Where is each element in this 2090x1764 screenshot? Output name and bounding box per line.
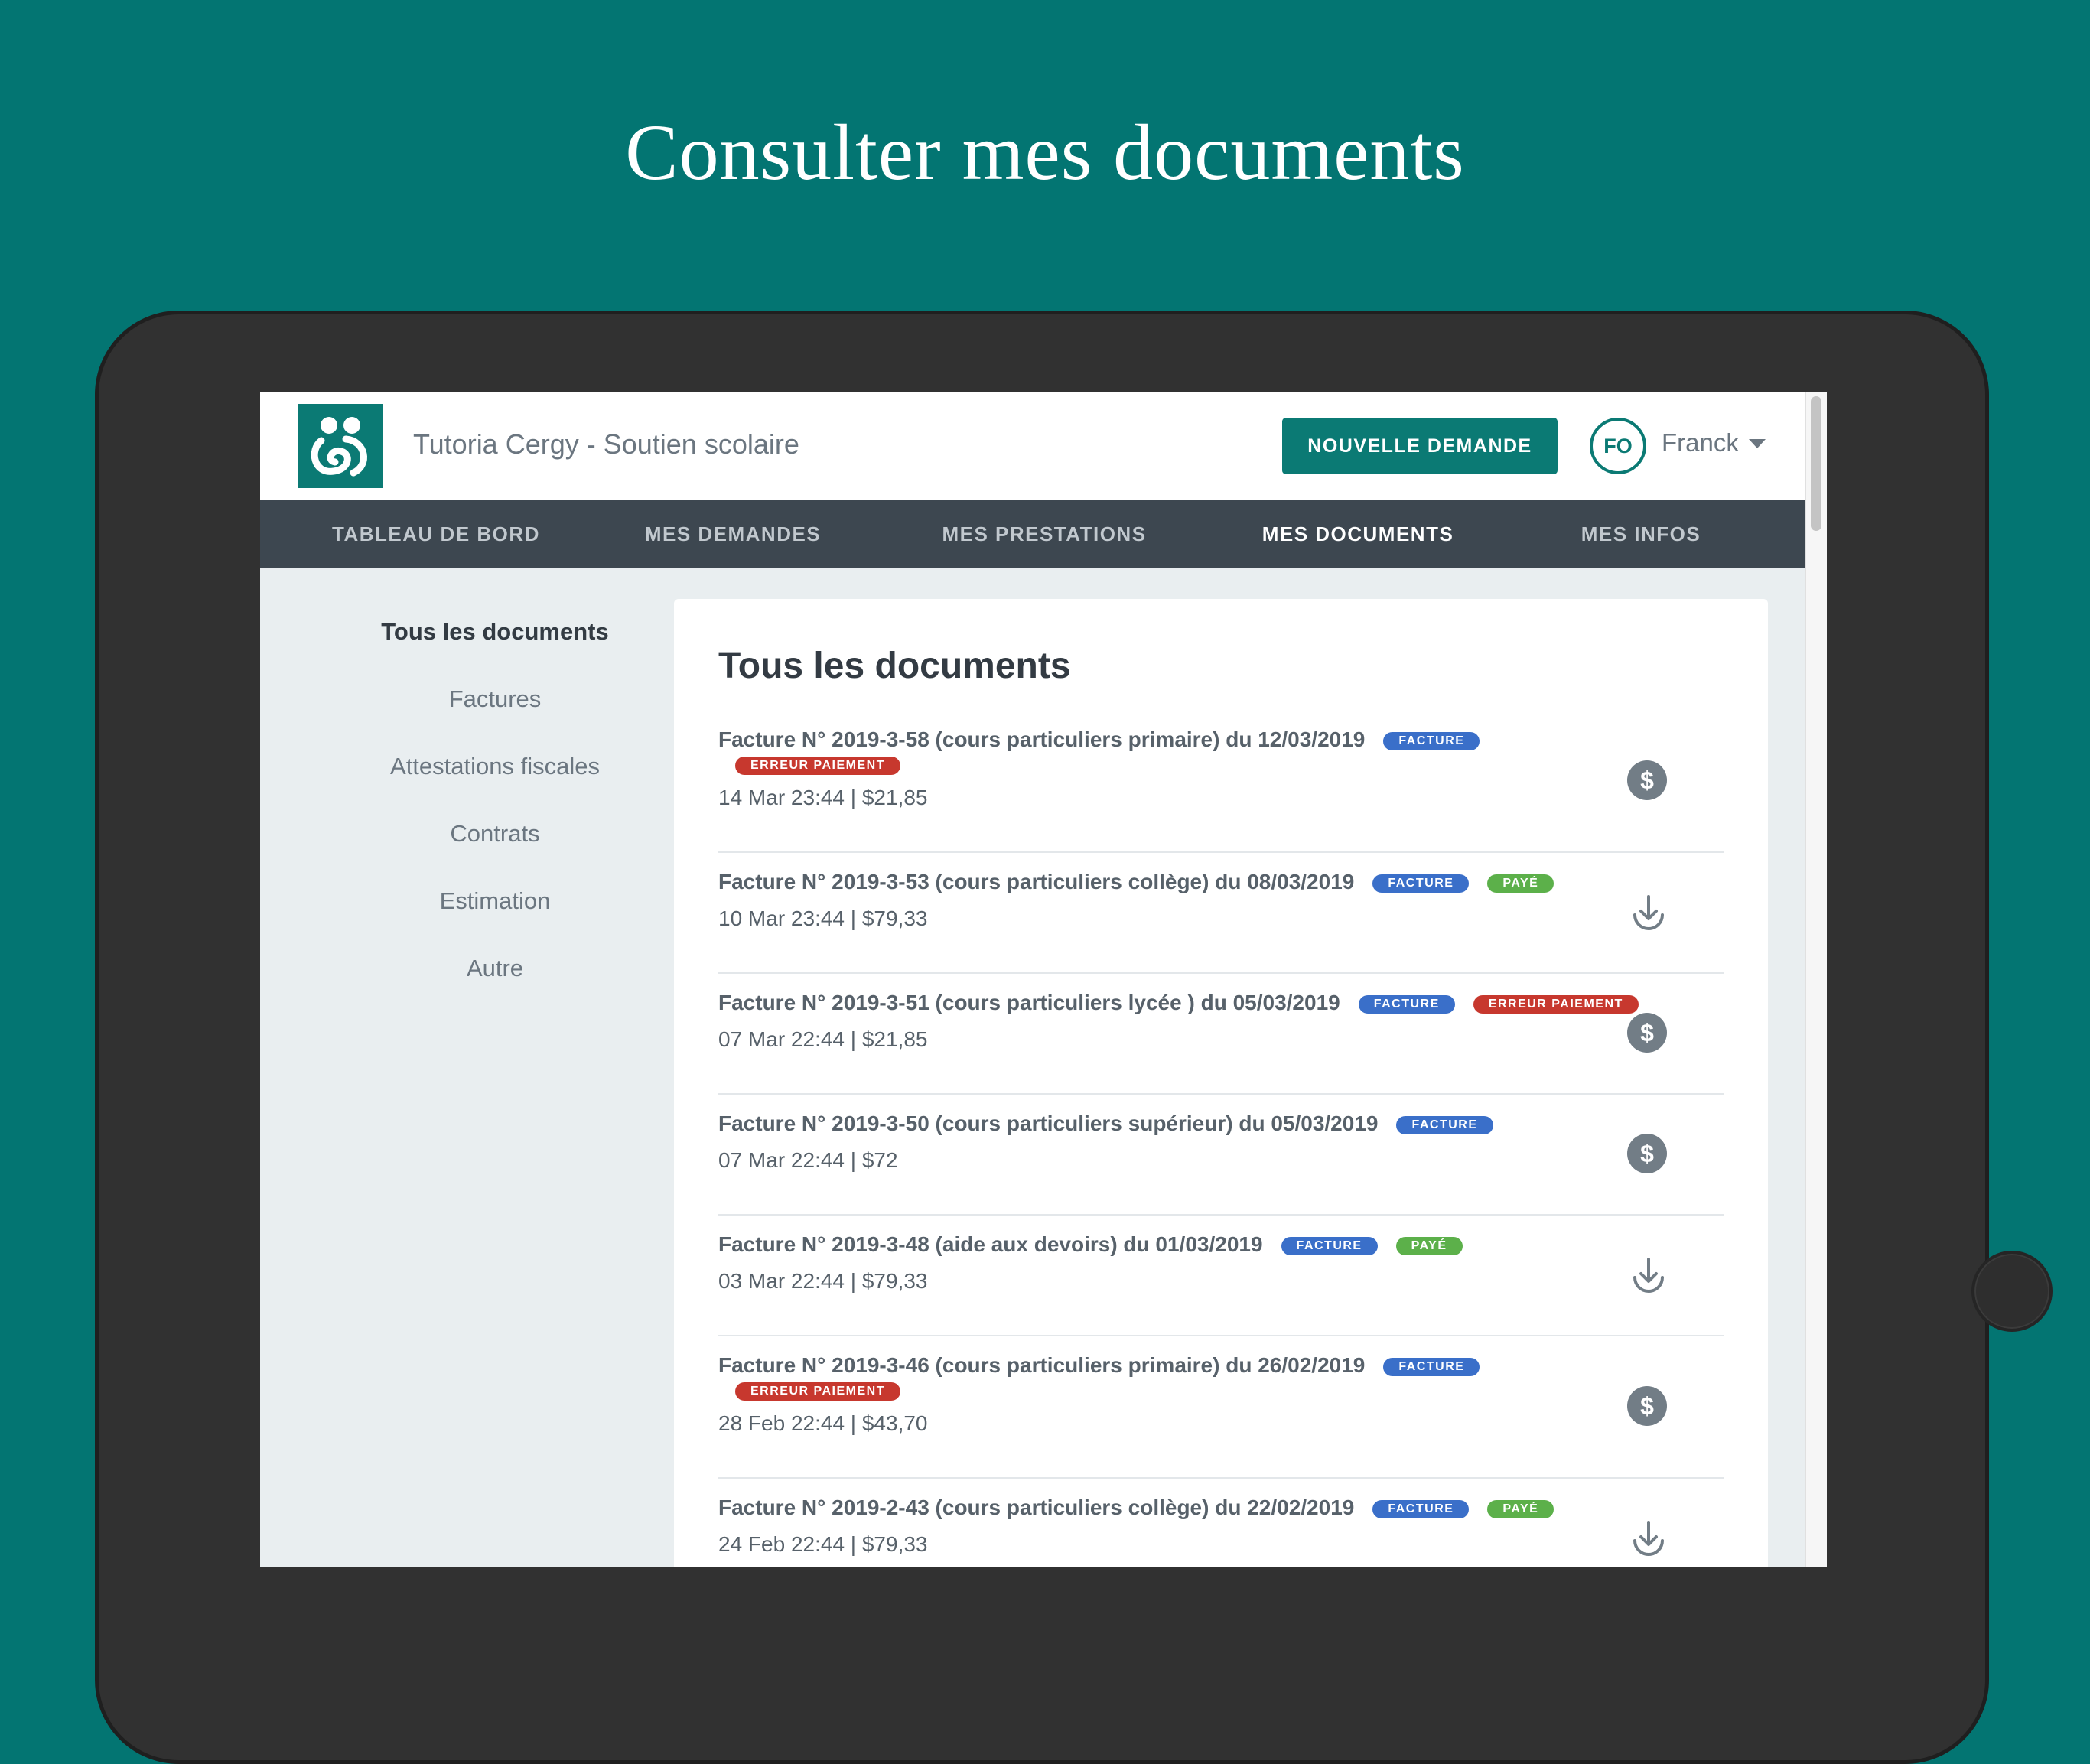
status-badge: PAYÉ (1487, 874, 1554, 893)
document-title-text: Facture N° 2019-3-50 (cours particuliers… (718, 1111, 1379, 1135)
pay-button[interactable]: $ (1627, 1134, 1670, 1177)
document-meta: 07 Mar 22:44 | $72 (718, 1148, 898, 1172)
tab-mes-prestations[interactable]: MES PRESTATIONS (918, 500, 1170, 568)
download-icon (1633, 1258, 1664, 1293)
dollar-icon: $ (1627, 1386, 1667, 1426)
document-title-text: Facture N° 2019-3-46 (cours particuliers… (718, 1353, 1366, 1377)
status-badge: PAYÉ (1395, 1236, 1463, 1255)
sidebar-item-attestations[interactable]: Attestations fiscales (337, 753, 653, 780)
download-button[interactable] (1627, 1255, 1670, 1297)
document-row[interactable]: Facture N° 2019-3-48 (aide aux devoirs) … (718, 1216, 1724, 1336)
section-title: Tous les documents (718, 646, 1071, 686)
status-badge: ERREUR PAIEMENT (735, 757, 900, 775)
status-badge: FACTURE (1396, 1115, 1493, 1134)
sidebar-item-autre[interactable]: Autre (337, 955, 653, 982)
status-badge: ERREUR PAIEMENT (735, 1382, 900, 1401)
document-title[interactable]: Facture N° 2019-3-50 (cours particuliers… (718, 1111, 1493, 1136)
document-meta: 10 Mar 23:44 | $79,33 (718, 906, 928, 930)
sidebar-item-contrats[interactable]: Contrats (337, 820, 653, 848)
document-title-text: Facture N° 2019-2-43 (cours particuliers… (718, 1495, 1355, 1519)
user-name[interactable]: Franck (1662, 428, 1739, 457)
document-title-text: Facture N° 2019-3-53 (cours particuliers… (718, 870, 1355, 893)
document-title-text: Facture N° 2019-3-58 (cours particuliers… (718, 727, 1366, 751)
document-meta: 28 Feb 22:44 | $43,70 (718, 1411, 928, 1435)
status-badge: PAYÉ (1487, 1499, 1554, 1518)
status-badge: FACTURE (1281, 1236, 1378, 1255)
document-title[interactable]: Facture N° 2019-3-48 (aide aux devoirs) … (718, 1232, 1463, 1257)
sidebar-item-estimation[interactable]: Estimation (337, 887, 653, 915)
app-screen: Tutoria Cergy - Soutien scolaire NOUVELL… (260, 392, 1827, 1567)
download-button[interactable] (1627, 892, 1670, 935)
scrollbar-thumb[interactable] (1811, 396, 1821, 531)
new-request-button[interactable]: NOUVELLE DEMANDE (1282, 418, 1558, 474)
document-meta: 07 Mar 22:44 | $21,85 (718, 1027, 928, 1051)
dollar-icon: $ (1627, 760, 1667, 800)
logo-icon[interactable] (298, 404, 383, 488)
app-title: Tutoria Cergy - Soutien scolaire (413, 428, 799, 460)
document-meta: 24 Feb 22:44 | $79,33 (718, 1532, 928, 1556)
sidebar-item-tous[interactable]: Tous les documents (337, 618, 653, 646)
document-row[interactable]: Facture N° 2019-3-53 (cours particuliers… (718, 853, 1724, 974)
chevron-down-icon[interactable] (1749, 439, 1766, 448)
status-badge: FACTURE (1372, 1499, 1470, 1518)
page-headline: Consulter mes documents (625, 109, 1465, 197)
status-badge: FACTURE (1383, 1357, 1480, 1376)
scrollbar[interactable] (1805, 392, 1827, 1567)
status-badge: FACTURE (1372, 874, 1470, 893)
dollar-icon: $ (1627, 1013, 1667, 1053)
document-title[interactable]: Facture N° 2019-3-51 (cours particuliers… (718, 991, 1639, 1015)
document-title[interactable]: Facture N° 2019-3-58 (cours particuliers… (718, 727, 1480, 752)
pay-button[interactable]: $ (1627, 1013, 1670, 1056)
avatar[interactable]: FO (1590, 418, 1646, 474)
document-title-text: Facture N° 2019-3-48 (aide aux devoirs) … (718, 1232, 1263, 1256)
download-icon (1633, 895, 1664, 930)
document-row[interactable]: Facture N° 2019-3-50 (cours particuliers… (718, 1095, 1724, 1216)
document-title[interactable]: Facture N° 2019-3-46 (cours particuliers… (718, 1353, 1480, 1378)
document-title[interactable]: Facture N° 2019-3-53 (cours particuliers… (718, 870, 1554, 894)
document-row[interactable]: Facture N° 2019-3-51 (cours particuliers… (718, 974, 1724, 1095)
document-meta: 14 Mar 23:44 | $21,85 (718, 786, 928, 809)
pay-button[interactable]: $ (1627, 1386, 1670, 1429)
home-button[interactable] (1971, 1251, 2053, 1332)
pay-button[interactable]: $ (1627, 760, 1670, 803)
document-row[interactable]: Facture N° 2019-3-58 (cours particuliers… (718, 711, 1724, 853)
main-nav: TABLEAU DE BORD MES DEMANDES MES PRESTAT… (260, 500, 1805, 568)
documents-card: Tous les documents Facture N° 2019-3-58 … (674, 599, 1768, 1567)
tab-mes-demandes[interactable]: MES DEMANDES (618, 500, 848, 568)
app-header: Tutoria Cergy - Soutien scolaire NOUVELL… (260, 392, 1805, 500)
sidebar-item-factures[interactable]: Factures (337, 685, 653, 713)
document-title-text: Facture N° 2019-3-51 (cours particuliers… (718, 991, 1340, 1014)
document-row[interactable]: Facture N° 2019-3-46 (cours particuliers… (718, 1336, 1724, 1479)
status-badge: FACTURE (1358, 994, 1455, 1014)
document-title[interactable]: Facture N° 2019-2-43 (cours particuliers… (718, 1495, 1554, 1520)
download-button[interactable] (1627, 1518, 1670, 1561)
document-row[interactable]: Facture N° 2019-2-43 (cours particuliers… (718, 1479, 1724, 1567)
download-icon (1633, 1521, 1664, 1556)
tab-mes-infos[interactable]: MES INFOS (1545, 500, 1737, 568)
status-badge: ERREUR PAIEMENT (1473, 994, 1639, 1014)
document-meta: 03 Mar 22:44 | $79,33 (718, 1269, 928, 1293)
tab-tableau-de-bord[interactable]: TABLEAU DE BORD (306, 500, 566, 568)
status-badge: FACTURE (1383, 731, 1480, 750)
tab-mes-documents[interactable]: MES DOCUMENTS (1232, 500, 1484, 568)
dollar-icon: $ (1627, 1134, 1667, 1173)
